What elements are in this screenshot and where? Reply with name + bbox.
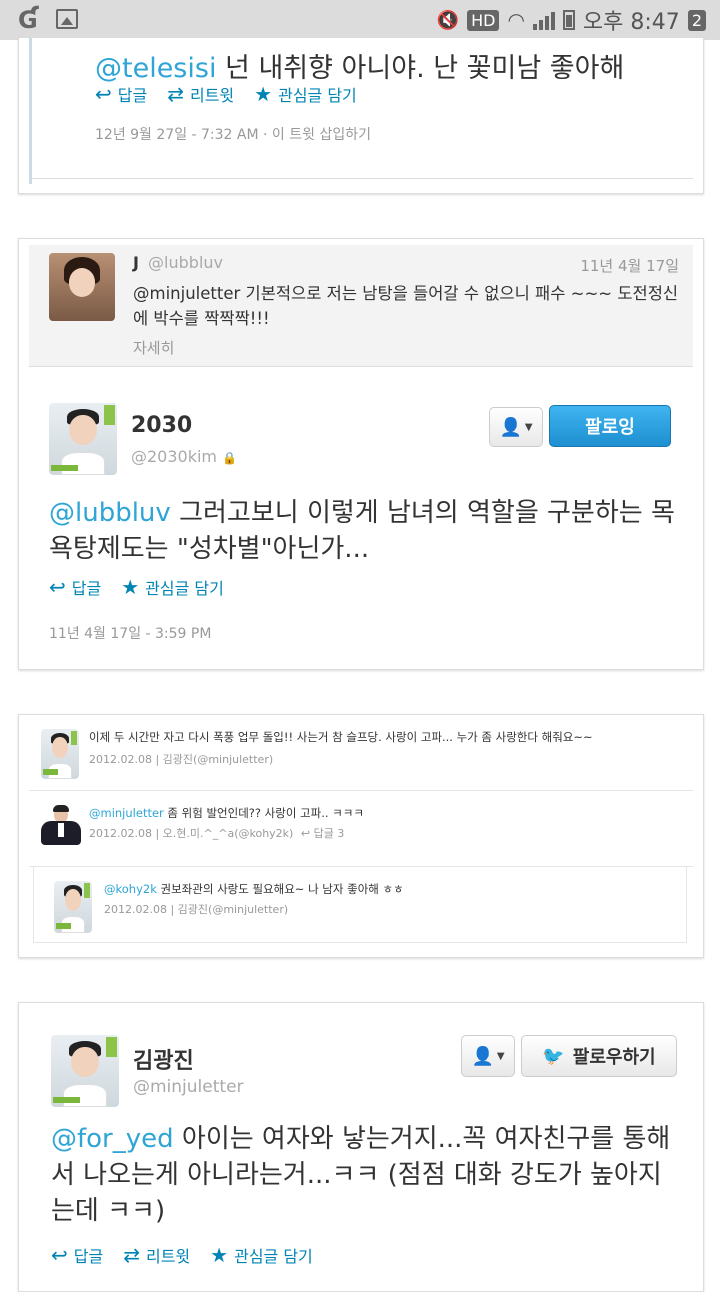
thread-text: @kohy2k 권보좌관의 사랑도 필요해요~ 나 남자 좋아해 ㅎㅎ (104, 882, 404, 896)
thread-meta: 2012.02.08 | 오.현.미.^_^a(@kohy2k) ↩ 답글 3 (89, 827, 345, 840)
quoted-tweet[interactable]: J @lubbluv 11년 4월 17일 @minjuletter 기본적으로… (29, 245, 693, 367)
tweet-actions: ↩ 답글 ⇄ 리트윗 ★ 관심글 담기 (95, 82, 357, 106)
thread-line (29, 38, 32, 184)
avatar (41, 729, 79, 779)
star-icon: ★ (254, 82, 273, 106)
author-name[interactable]: 2030 (131, 413, 192, 438)
clock: 오후 8:47 (582, 10, 680, 35)
thread-text: @minjuletter 좀 위험 발언인데?? 사랑이 고파.. ㅋㅋㅋ (89, 806, 364, 820)
star-icon: ★ (121, 575, 140, 599)
author-name[interactable]: 김광진 (133, 1043, 194, 1075)
user-actions-button[interactable]: 👤 ▼ (461, 1035, 515, 1077)
wifi-icon: ◠ (507, 8, 525, 32)
mention-link[interactable]: @lubbluv (49, 498, 171, 528)
follow-button[interactable]: 🐦 팔로우하기 (521, 1035, 677, 1077)
retweet-button[interactable]: ⇄ 리트윗 (123, 1243, 190, 1267)
caret-down-icon: ▼ (524, 421, 533, 433)
tweet-text: @telesisi 넌 내취향 아니야. 난 꽃미남 좋아해 (95, 53, 625, 84)
status-indicators: 🔇 HD ◠ 오후 8:47 2 (437, 4, 706, 36)
mention-link[interactable]: @minjuletter (89, 806, 164, 820)
reply-icon: ↩ (95, 82, 112, 106)
favorite-button[interactable]: ★ 관심글 담기 (121, 575, 224, 599)
g-logo-icon: Ɠ (18, 6, 38, 34)
tweet-card-1: @telesisi 넌 내취향 아니야. 난 꽃미남 좋아해 ↩ 답글 ⇄ 리트윗 … (18, 38, 704, 194)
quoted-author-handle[interactable]: @lubbluv (148, 253, 223, 272)
timestamp-link[interactable]: 12년 9월 27일 - 7:32 AM (95, 127, 259, 143)
following-button[interactable]: 팔로잉 (549, 405, 671, 447)
user-icon: 👤 (471, 1045, 494, 1067)
thread-item-2[interactable]: @minjuletter 좀 위험 발언인데?? 사랑이 고파.. ㅋㅋㅋ 20… (29, 791, 693, 867)
mute-icon: 🔇 (436, 9, 460, 31)
user-icon: 👤 (499, 416, 522, 438)
reply-button[interactable]: ↩ 답글 (49, 575, 101, 599)
favorite-button[interactable]: ★ 관심글 담기 (210, 1243, 313, 1267)
reply-icon: ↩ (51, 1243, 68, 1267)
author-avatar[interactable] (49, 403, 117, 475)
tweet-text: @for_yed 아이는 여자와 낳는거지...꼭 여자친구를 통해서 나오는게… (51, 1124, 671, 1226)
divider (29, 178, 693, 179)
quoted-header: J @lubbluv (133, 253, 223, 272)
thread-item-1[interactable]: 이제 두 시간만 자고 다시 폭풍 업무 돌입!! 사는거 참 슬프당. 사랑이… (29, 721, 693, 791)
embed-link[interactable]: · 이 트윗 삽입하기 (263, 127, 371, 143)
retweet-button[interactable]: ⇄ 리트윗 (167, 82, 234, 106)
favorite-button[interactable]: ★ 관심글 담기 (254, 82, 357, 106)
signal-icon (532, 10, 555, 30)
author-handle[interactable]: @2030kim 🔒 (131, 447, 237, 466)
avatar (54, 881, 92, 933)
user-actions-button[interactable]: 👤 ▼ (489, 407, 543, 447)
lock-icon: 🔒 (222, 451, 238, 465)
reply-button[interactable]: ↩ 답글 (51, 1243, 103, 1267)
quoted-date: 11년 4월 17일 (580, 257, 679, 275)
mention-link[interactable]: @telesisi (95, 53, 216, 84)
twitter-bird-icon: 🐦 (542, 1045, 565, 1067)
reply-icon: ↩ (300, 827, 311, 840)
reply-icon: ↩ (49, 575, 66, 599)
caret-down-icon: ▼ (496, 1050, 505, 1062)
tweet-card-4: 김광진 @minjuletter 👤 ▼ 🐦 팔로우하기 @for_yed 아이는 … (18, 1002, 704, 1292)
avatar (39, 803, 83, 853)
thread-meta: 2012.02.08 | 김광진(@minjuletter) (104, 903, 289, 916)
avatar (49, 253, 115, 321)
thread-text: 이제 두 시간만 자고 다시 폭풍 업무 돌입!! 사는거 참 슬프당. 사랑이… (89, 730, 593, 744)
network-badge: HD (467, 9, 500, 31)
image-notification-icon (56, 9, 78, 29)
author-handle[interactable]: @minjuletter (133, 1077, 244, 1097)
quoted-more-link[interactable]: 자세히 (133, 337, 174, 358)
tweet-card-2: J @lubbluv 11년 4월 17일 @minjuletter 기본적으로… (18, 238, 704, 670)
timestamp-link[interactable]: 11년 4월 17일 - 3:59 PM (49, 623, 211, 643)
reply-count-link[interactable]: ↩ 답글 3 (301, 827, 344, 840)
retweet-icon: ⇄ (167, 82, 184, 106)
thread-card: 이제 두 시간만 자고 다시 폭풍 업무 돌입!! 사는거 참 슬프당. 사랑이… (18, 714, 704, 958)
quoted-text: @minjuletter 기본적으로 저는 남탕을 들어갈 수 없으니 패수 ~… (133, 284, 679, 328)
thread-item-3[interactable]: @kohy2k 권보좌관의 사랑도 필요해요~ 나 남자 좋아해 ㅎㅎ 2012… (33, 867, 687, 943)
retweet-icon: ⇄ (123, 1243, 140, 1267)
mention-link[interactable]: @kohy2k (104, 882, 157, 896)
reply-button[interactable]: ↩ 답글 (95, 82, 147, 106)
tweet-meta: 12년 9월 27일 - 7:32 AM · 이 트윗 삽입하기 (95, 124, 371, 144)
tweet-actions: ↩ 답글 ⇄ 리트윗 ★ 관심글 담기 (51, 1243, 313, 1267)
status-bar: Ɠ 🔇 HD ◠ 오후 8:47 2 (0, 0, 720, 40)
tweet-text: @lubbluv 그러고보니 이렇게 남녀의 역할을 구분하는 목욕탕제도는 "… (49, 498, 675, 564)
star-icon: ★ (210, 1243, 229, 1267)
battery-icon (562, 10, 575, 30)
mention-link[interactable]: @for_yed (51, 1124, 174, 1154)
author-avatar[interactable] (51, 1035, 119, 1107)
notification-count-badge: 2 (687, 9, 706, 31)
thread-meta: 2012.02.08 | 김광진(@minjuletter) (89, 753, 274, 766)
quoted-author-name[interactable]: J (133, 253, 139, 272)
tweet-actions: ↩ 답글 ★ 관심글 담기 (49, 575, 224, 599)
